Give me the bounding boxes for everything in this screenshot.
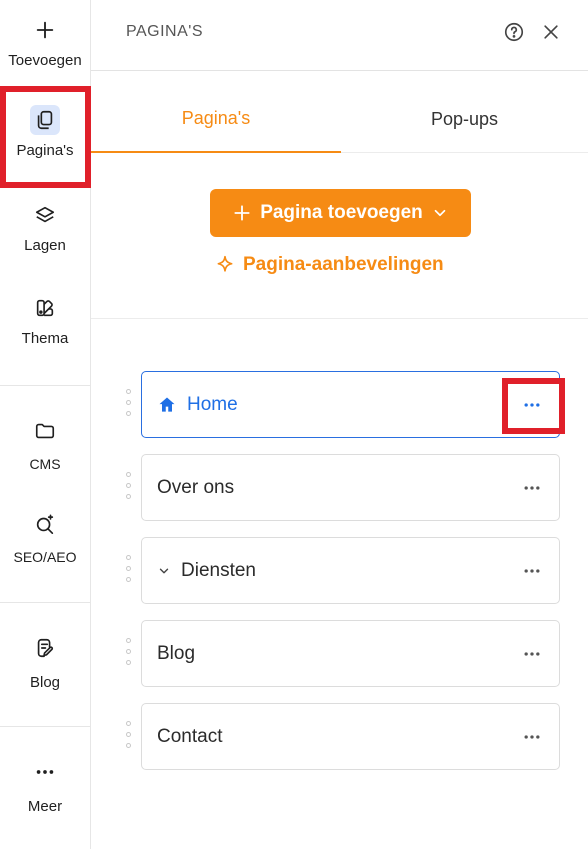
rail-cms-label: CMS	[29, 456, 61, 472]
page-item-over-ons[interactable]: Over ons	[141, 454, 560, 521]
page-item-diensten-label: Diensten	[181, 559, 256, 581]
pages-panel: PAGINA'S Pagina's Pop-ups Pagina toevoeg…	[91, 0, 588, 849]
close-button[interactable]	[539, 20, 563, 44]
page-recommendations-label: Pagina-aanbevelingen	[243, 254, 444, 275]
rail-divider	[0, 385, 90, 386]
rail-seo[interactable]: SEO/AEO	[0, 509, 90, 565]
rail-layers-label: Lagen	[24, 237, 66, 254]
chevron-down-icon[interactable]	[157, 564, 171, 578]
drag-handle[interactable]	[125, 721, 133, 753]
page-item-label: Contact	[157, 725, 223, 747]
drag-handle[interactable]	[125, 389, 133, 421]
folder-icon	[30, 416, 60, 446]
seo-search-icon	[30, 509, 60, 539]
add-page-label: Pagina toevoegen	[260, 202, 423, 223]
rail-add[interactable]: Toevoegen	[0, 15, 90, 69]
page-item-label: Home	[157, 372, 238, 437]
plus-icon	[30, 15, 60, 45]
more-options-button[interactable]	[519, 476, 545, 500]
rail-cms[interactable]: CMS	[0, 416, 90, 472]
highlight-home-more	[502, 378, 565, 434]
page-item-label: Over ons	[157, 476, 235, 498]
page-item-label: Diensten	[157, 538, 256, 603]
more-icon	[30, 757, 60, 787]
panel-header: PAGINA'S	[91, 0, 588, 71]
rail-divider	[0, 726, 90, 727]
page-item-diensten[interactable]: Diensten	[141, 537, 560, 604]
drag-handle[interactable]	[125, 472, 133, 504]
page-recommendations-link[interactable]: Pagina-aanbevelingen	[215, 252, 444, 278]
left-rail: Toevoegen Pagina's Lagen Thema CMS SEO/A…	[0, 0, 91, 849]
tab-pages[interactable]: Pagina's	[91, 86, 341, 153]
chevron-down-icon	[434, 209, 446, 217]
rail-seo-label: SEO/AEO	[13, 549, 77, 565]
tab-popups[interactable]: Pop-ups	[341, 86, 588, 153]
rail-theme[interactable]: Thema	[0, 293, 90, 347]
theme-icon	[30, 293, 60, 323]
rail-theme-label: Thema	[21, 330, 69, 347]
more-options-button[interactable]	[519, 642, 545, 666]
layers-icon	[30, 200, 60, 230]
section-divider	[91, 318, 588, 319]
page-item-home[interactable]: Home	[141, 371, 560, 438]
page-item-blog[interactable]: Blog	[141, 620, 560, 687]
rail-divider	[0, 602, 90, 603]
page-item-contact[interactable]: Contact	[141, 703, 560, 770]
sparkle-icon	[217, 255, 233, 272]
more-icon	[524, 735, 540, 739]
more-options-button[interactable]	[519, 559, 545, 583]
panel-title: PAGINA'S	[126, 23, 203, 40]
add-page-button[interactable]: Pagina toevoegen	[210, 189, 471, 237]
more-options-button[interactable]	[519, 725, 545, 749]
highlight-rail-pages	[0, 86, 91, 188]
rail-layers[interactable]: Lagen	[0, 200, 90, 254]
help-button[interactable]	[502, 20, 526, 44]
rail-blog-label: Blog	[29, 674, 61, 691]
close-icon	[544, 25, 558, 39]
tab-bar: Pagina's Pop-ups	[91, 86, 588, 153]
rail-blog[interactable]: Blog	[0, 633, 90, 691]
help-icon	[504, 22, 524, 42]
rail-add-label: Toevoegen	[8, 52, 82, 69]
more-icon	[524, 486, 540, 490]
home-icon	[159, 397, 175, 412]
plus-icon	[234, 205, 250, 221]
page-item-label: Blog	[157, 642, 196, 664]
page-item-home-label: Home	[187, 393, 238, 415]
drag-handle[interactable]	[125, 555, 133, 587]
drag-handle[interactable]	[125, 638, 133, 670]
blog-icon	[30, 633, 60, 663]
more-icon	[524, 652, 540, 656]
rail-more-label: Meer	[27, 798, 63, 815]
more-icon	[524, 569, 540, 573]
rail-more[interactable]: Meer	[0, 757, 90, 815]
